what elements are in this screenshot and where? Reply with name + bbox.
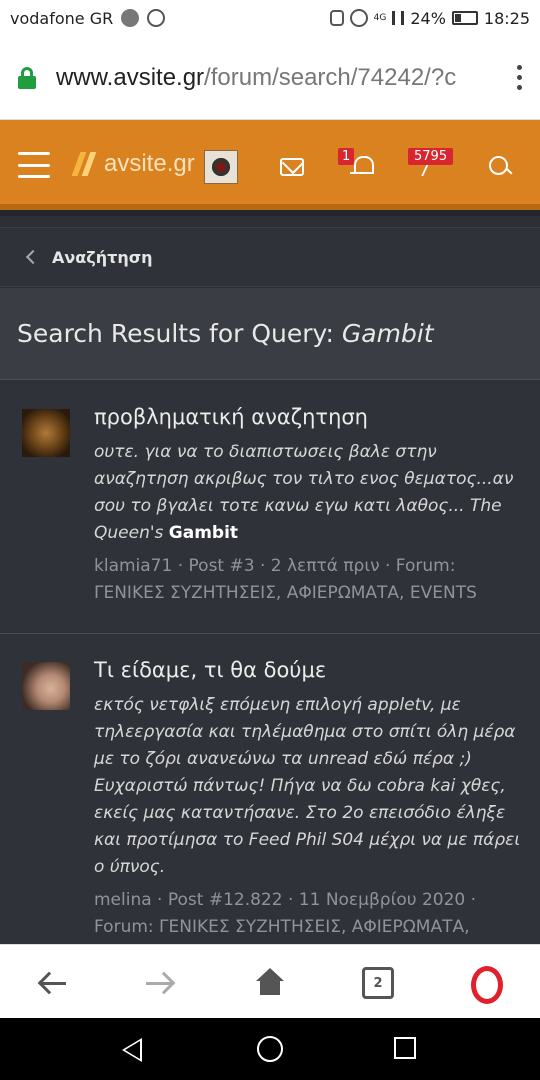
avatar[interactable] (22, 409, 70, 457)
user-avatar[interactable] (204, 150, 238, 184)
result-title[interactable]: προβληματική αναζητηση (94, 405, 526, 429)
result-item: Τι είδαμε, τι θα δούμε εκτός νετφλιξ επό… (0, 634, 540, 944)
site-header: avsite.gr (0, 120, 540, 210)
back-arrow-icon[interactable] (34, 963, 74, 1003)
system-back-icon[interactable] (122, 1038, 142, 1062)
hamburger-menu-icon[interactable] (18, 152, 50, 178)
notifications-badge: 1 (338, 148, 355, 165)
status-bar: vodafone GR 4G 24% 18:25 (0, 0, 540, 36)
result-meta[interactable]: klamia71 · Post #3 · 2 λεπτά πριν · Foru… (94, 553, 526, 607)
signal-icon (392, 11, 405, 25)
tabs-button[interactable]: 2 (358, 963, 398, 1003)
sync-icon (147, 9, 166, 27)
browser-bottom-bar: 2 (0, 944, 540, 1018)
headphones-icon (329, 10, 344, 26)
page-title: Search Results for Query: Gambit (17, 319, 434, 348)
avatar[interactable] (22, 662, 70, 710)
breadcrumb-label[interactable]: Αναζήτηση (52, 248, 153, 267)
system-home-icon[interactable] (257, 1036, 283, 1062)
search-results-list: προβληματική αναζητηση ουτε. για να το δ… (0, 381, 540, 944)
conversations-badge: 5795 (408, 148, 454, 165)
result-item: προβληματική αναζητηση ουτε. για να το δ… (0, 381, 540, 634)
clock: 18:25 (483, 8, 530, 28)
browser-menu-icon[interactable] (517, 65, 522, 90)
logo-mark-icon (70, 150, 100, 178)
search-icon[interactable] (487, 154, 513, 178)
home-icon[interactable] (250, 963, 290, 1003)
system-recents-icon[interactable] (394, 1037, 416, 1059)
url-path: /forum/search/74242/?c (204, 63, 457, 91)
forward-arrow-icon[interactable] (140, 963, 180, 1003)
logo-text: avsite.gr (104, 150, 195, 177)
url-field[interactable]: www.avsite.gr/forum/search/74242/?c (56, 64, 470, 92)
result-snippet-text: ουτε. για να το διαπιστωσεις βαλε στην α… (94, 442, 514, 543)
page-title-prefix: Search Results for Query: (17, 319, 342, 348)
result-meta[interactable]: melina · Post #12.822 · 11 Νοεμβρίου 202… (94, 887, 526, 944)
battery-icon (451, 11, 478, 25)
result-title[interactable]: Τι είδαμε, τι θα δούμε (94, 658, 526, 682)
url-host: www.avsite.gr (56, 63, 205, 91)
carrier-label: vodafone GR (10, 8, 114, 28)
chevron-left-icon (25, 249, 41, 265)
site-logo[interactable]: avsite.gr (70, 150, 195, 178)
system-nav-bar (0, 1018, 540, 1080)
opera-menu-icon[interactable] (466, 963, 506, 1004)
tabs-count: 2 (362, 967, 394, 999)
result-snippet-highlight: Gambit (168, 523, 239, 543)
mail-icon[interactable] (280, 158, 304, 176)
page-title-bar: Search Results for Query: Gambit (0, 288, 540, 380)
network-label: 4G (373, 13, 387, 23)
header-divider (0, 210, 540, 216)
result-snippet: εκτός νετφλιξ επόμενη επιλογή appletv, μ… (94, 692, 526, 881)
battery-percent: 24% (410, 8, 446, 28)
search-query: Gambit (341, 319, 434, 348)
result-snippet: ουτε. για να το διαπιστωσεις βαλε στην α… (94, 439, 526, 547)
chrome-icon (121, 9, 140, 27)
breadcrumb[interactable]: Αναζήτηση (0, 227, 540, 287)
address-bar[interactable]: www.avsite.gr/forum/search/74242/?c (0, 36, 540, 120)
result-snippet-text: εκτός νετφλιξ επόμενη επιλογή appletv, μ… (94, 695, 521, 877)
lock-icon (18, 66, 36, 89)
alarm-icon (349, 9, 368, 27)
